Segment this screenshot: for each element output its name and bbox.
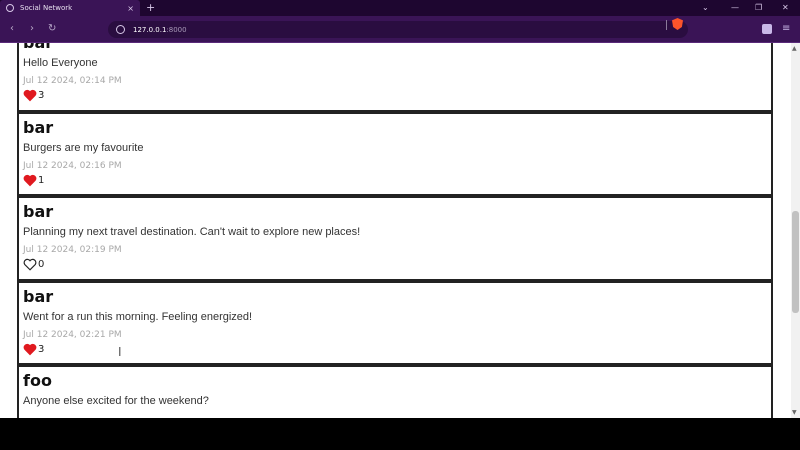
new-tab-button[interactable]: + xyxy=(146,1,155,15)
text-cursor-icon: I xyxy=(118,345,122,359)
post-author[interactable]: foo xyxy=(23,371,767,391)
page-scrollbar[interactable]: ▲ ▼ xyxy=(791,43,800,418)
like-count: 3 xyxy=(38,90,45,101)
close-window-button[interactable]: ✕ xyxy=(782,1,789,15)
post-timestamp: Jul 12 2024, 02:16 PM xyxy=(23,160,122,171)
url-host: 127.0.0.1 xyxy=(133,25,167,34)
post-timestamp: Jul 12 2024, 02:19 PM xyxy=(23,245,122,255)
post-card: bar Burgers are my favourite Jul 12 2024… xyxy=(17,111,773,196)
scrollbar-thumb[interactable] xyxy=(792,211,799,313)
post-body: Went for a run this morning. Feeling ene… xyxy=(23,310,253,323)
heart-filled-icon[interactable] xyxy=(23,89,37,102)
post-author[interactable]: bar xyxy=(23,202,767,222)
heart-filled-icon[interactable] xyxy=(23,174,37,187)
page-viewport: bar Hello Everyone Jul 12 2024, 02:14 PM… xyxy=(0,43,800,418)
scroll-up-arrow-icon[interactable]: ▲ xyxy=(792,45,797,52)
post-body: Anyone else excited for the weekend? xyxy=(23,395,209,407)
taskbar xyxy=(0,418,800,450)
like-count: 3 xyxy=(38,343,45,355)
like-row: 1 xyxy=(23,174,767,187)
post-body: Hello Everyone xyxy=(23,57,98,69)
like-row: 0 xyxy=(23,258,767,271)
post-card: bar Went for a run this morning. Feeling… xyxy=(17,280,773,365)
tab-search-icon[interactable]: ⌄ xyxy=(702,1,709,15)
toolbar-divider xyxy=(666,20,667,30)
tab-strip: Social Network × + ⌄ — ❐ ✕ xyxy=(0,0,800,16)
url-port: :8000 xyxy=(166,25,187,34)
like-row: 3 xyxy=(23,343,767,356)
menu-icon[interactable]: ≡ xyxy=(782,22,790,36)
back-button[interactable]: ‹ xyxy=(10,22,14,36)
post-feed: bar Hello Everyone Jul 12 2024, 02:14 PM… xyxy=(17,43,773,418)
restore-button[interactable]: ❐ xyxy=(755,1,762,15)
post-card: bar Hello Everyone Jul 12 2024, 02:14 PM… xyxy=(17,43,773,112)
post-card: bar Planning my next travel destination.… xyxy=(17,196,773,281)
heart-filled-icon[interactable] xyxy=(23,343,37,356)
post-body: Planning my next travel destination. Can… xyxy=(23,226,361,238)
tab-social-network[interactable]: Social Network × xyxy=(0,0,140,16)
like-count: 0 xyxy=(38,259,45,270)
post-body: Burgers are my favourite xyxy=(23,141,144,154)
scroll-down-arrow-icon[interactable]: ▼ xyxy=(792,409,797,416)
minimize-button[interactable]: — xyxy=(731,1,739,15)
wallet-icon[interactable] xyxy=(762,24,772,34)
post-timestamp: Jul 12 2024, 02:21 PM xyxy=(23,329,122,340)
browser-toolbar: ‹ › ↻ 127.0.0.1 :8000 ≡ xyxy=(0,16,800,43)
reload-button[interactable]: ↻ xyxy=(48,22,56,36)
close-tab-icon[interactable]: × xyxy=(127,4,134,13)
address-bar[interactable]: 127.0.0.1 :8000 xyxy=(108,21,688,38)
post-author[interactable]: bar xyxy=(23,43,767,53)
post-author[interactable]: bar xyxy=(23,287,767,307)
like-row: 3 xyxy=(23,89,767,102)
site-info-icon[interactable] xyxy=(116,25,125,34)
forward-button[interactable]: › xyxy=(30,22,34,36)
post-card: foo Anyone else excited for the weekend? xyxy=(17,365,773,418)
post-timestamp: Jul 12 2024, 02:14 PM xyxy=(23,76,122,86)
heart-outline-icon[interactable] xyxy=(23,258,37,271)
tab-title: Social Network xyxy=(20,4,73,12)
globe-icon xyxy=(6,4,14,12)
like-count: 1 xyxy=(38,174,45,186)
post-author[interactable]: bar xyxy=(23,118,767,138)
